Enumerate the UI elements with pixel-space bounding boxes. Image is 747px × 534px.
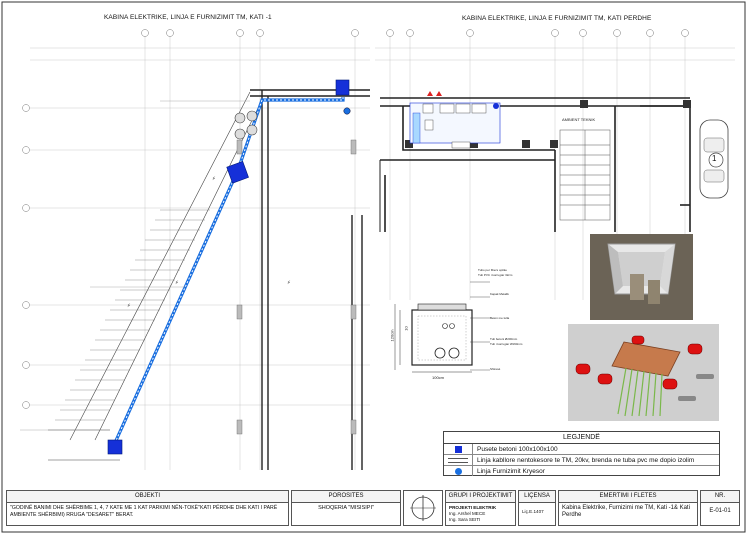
licensa-text: Liç.E.1407	[522, 509, 544, 514]
section-label: Tub betoni Ø200mm	[490, 337, 518, 341]
section-label: Tub PVC i korrugiar 32cm	[478, 273, 513, 277]
parking-number: 1	[712, 154, 717, 163]
sheet-number: E-01-01	[709, 508, 731, 514]
title-block-logo	[403, 490, 443, 526]
grupi-header: GRUPI I PROJEKTIMIT	[446, 491, 515, 503]
section-inner-dim: 10	[403, 326, 409, 331]
grupi-line: Ing. Sara SEITI	[449, 517, 481, 522]
legend-item-label: Linja Furnizimit Kryesor	[477, 467, 545, 475]
stairs	[559, 129, 611, 221]
technical-room-label: AMBIENT TEKNIK	[562, 117, 596, 122]
left-axis-bubbles	[22, 29, 359, 409]
title-block-grupi: GRUPI I PROJEKTIMIT PROJEKTI ELEKTRIK In…	[445, 490, 516, 526]
legend: LEGJENDË Pusete betoni 100x100x100 Linja…	[443, 431, 720, 476]
right-plan-title: KABINA ELEKTRIKE, LINJA E FURNIZIMIT TM,…	[462, 15, 652, 22]
legend-item: Linja Furnizimit Kryesor	[444, 466, 719, 476]
title-block-objekti: OBJEKTI "GODINË BANIMI DHE SHËRBIME 1, 4…	[6, 490, 289, 526]
svg-text:⚡: ⚡	[175, 280, 179, 286]
north-arrow-icon	[410, 495, 436, 521]
title-block-porosites: POROSITES SHOQERIA "MISISIPI"	[291, 490, 401, 526]
legend-item: Pusete betoni 100x100x100	[444, 444, 719, 455]
porosites-header: POROSITES	[292, 491, 400, 503]
title-block-licensa: LIÇENSA Liç.E.1407	[518, 490, 556, 526]
legend-item-label: Pusete betoni 100x100x100	[477, 445, 558, 453]
manhole-bottom	[107, 439, 123, 455]
legend-item: Linja kabllore nentokesore te TM, 20kv, …	[444, 455, 719, 466]
drawing-sheet: ⚡ ⚡ ⚡ ⚡ KABINA ELEKTRIKE, LINJA E FURNIZ…	[0, 0, 747, 534]
electrical-cabin	[409, 102, 501, 149]
cable-joint-photo	[568, 324, 719, 421]
nr-header: NR.	[701, 491, 739, 503]
section-label: Tub i korrugiar Ø160mm	[490, 342, 523, 346]
section-label: Shtresë	[490, 367, 501, 371]
legend-item-label: Linja kabllore nentokesore te TM, 20kv, …	[477, 456, 695, 464]
right-axis-bubbles	[386, 29, 689, 37]
title-block-nr: NR. E-01-01	[700, 490, 740, 526]
left-annotation-leaders	[20, 100, 250, 431]
manhole-section-detail	[394, 281, 490, 373]
manhole-photo	[590, 234, 693, 320]
left-symbols: ⚡ ⚡ ⚡ ⚡	[127, 176, 291, 309]
supply-dot-icon	[454, 467, 462, 475]
warning-icons	[427, 91, 442, 96]
manhole-square-icon	[454, 445, 462, 453]
left-columns	[236, 139, 357, 435]
porosites-text: SHOQERIA "MISISIPI"	[318, 505, 374, 511]
round-columns	[234, 110, 258, 140]
svg-text:⚡: ⚡	[212, 176, 216, 182]
left-plan-title: KABINA ELEKTRIKE, LINJA E FURNIZIMIT TM,…	[104, 14, 272, 21]
tm-supply-line	[112, 97, 345, 446]
section-width-dim: 100cm	[432, 375, 445, 380]
cable-line-icon	[448, 457, 468, 463]
title-block-emertimi: EMERTIMI I FLETES Kabina Elektrike, Furn…	[558, 490, 698, 526]
section-height-dim: 120cm	[389, 329, 395, 342]
legend-title: LEGJENDË	[444, 432, 719, 444]
ramp-hatch	[55, 209, 210, 421]
manhole-top	[335, 79, 350, 96]
objekti-header: OBJEKTI	[7, 491, 288, 503]
emertimi-text: Kabina Elektrike, Furnizimi me TM, Kati …	[562, 505, 690, 518]
cabin-supply-icon	[493, 103, 499, 109]
emertimi-header: EMERTIMI I FLETES	[559, 491, 697, 503]
licensa-header: LIÇENSA	[519, 491, 555, 503]
left-manholes	[107, 79, 350, 455]
svg-text:⚡: ⚡	[127, 303, 131, 309]
svg-text:⚡: ⚡	[287, 280, 291, 286]
objekti-text: "GODINË BANIMI DHE SHËRBIME 1, 4, 7 KATE…	[10, 505, 278, 518]
section-label: Tubo per fibers optike	[478, 268, 507, 272]
section-label: Beton me tulla	[490, 316, 510, 320]
section-label: Kapak Metalik	[490, 292, 509, 296]
supply-point-icon	[343, 107, 351, 115]
